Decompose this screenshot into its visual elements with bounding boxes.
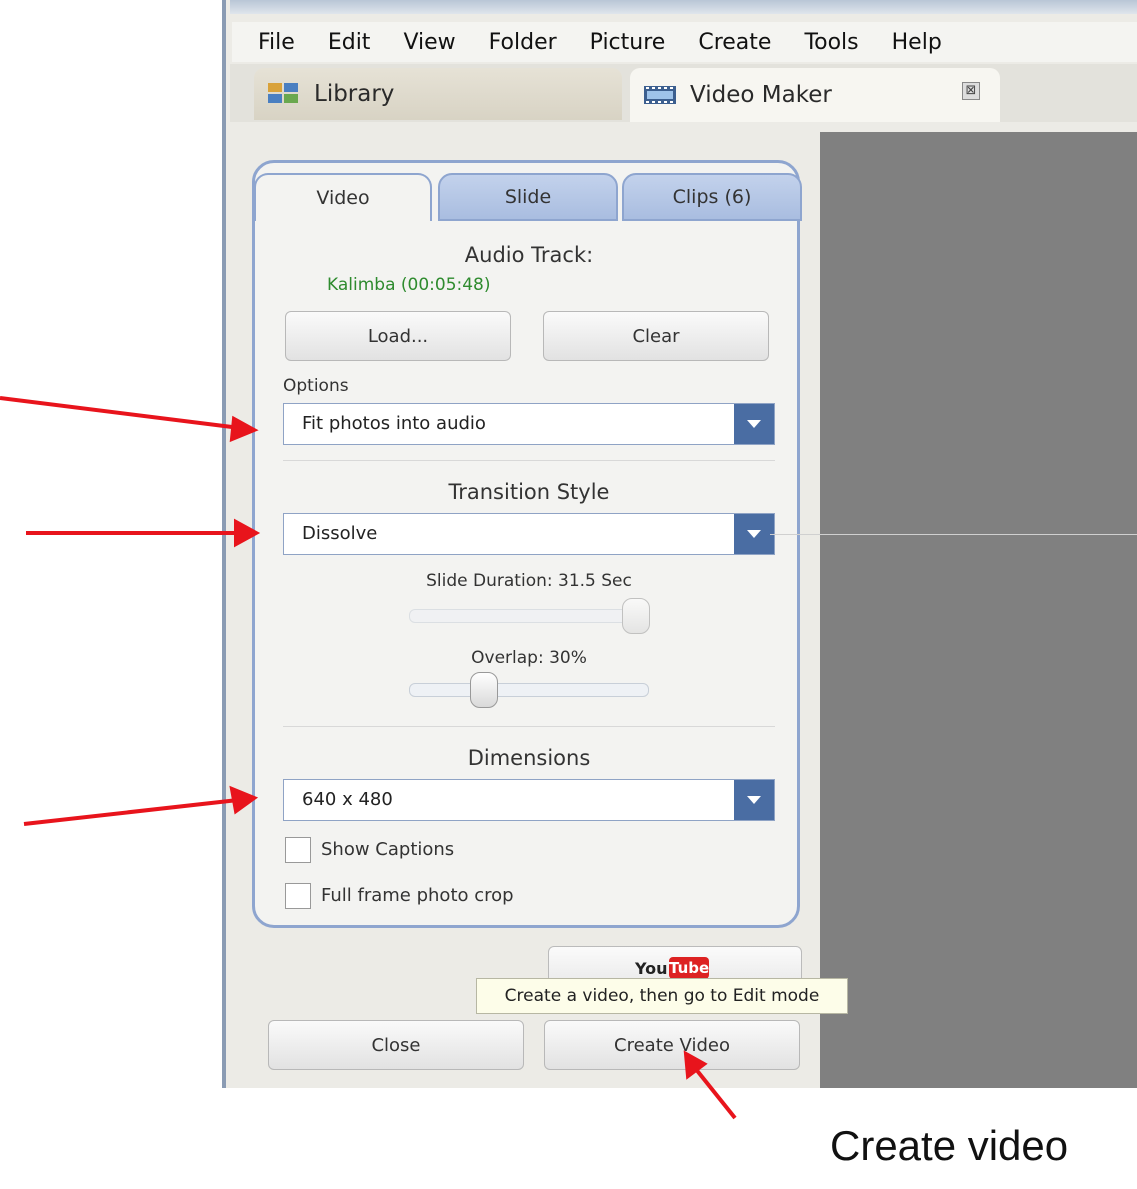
- arrow-to-options: [0, 396, 241, 430]
- annotation-create-video: Create video: [830, 1122, 1069, 1169]
- arrow-head-icon: [229, 785, 259, 815]
- arrow-head-icon: [234, 518, 261, 548]
- arrow-head-icon: [229, 415, 259, 443]
- annotation-arrows: [0, 396, 737, 1120]
